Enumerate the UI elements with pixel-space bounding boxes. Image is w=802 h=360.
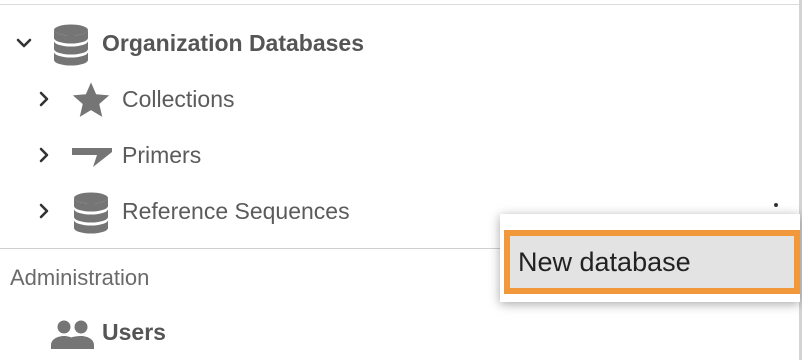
- nav-item-label: Users: [102, 319, 166, 345]
- chevron-right-icon[interactable]: [34, 89, 54, 109]
- chevron-right-icon[interactable]: [34, 145, 54, 165]
- top-divider: [0, 4, 802, 5]
- new-database-menu-item[interactable]: New database: [504, 230, 800, 294]
- tree-item-collections[interactable]: Collections: [0, 79, 500, 119]
- primer-icon: [70, 145, 114, 169]
- tree-item-reference-sequences[interactable]: Reference Sequences: [0, 191, 500, 234]
- chevron-right-icon[interactable]: [34, 201, 54, 221]
- tree-item-label: Reference Sequences: [122, 198, 350, 224]
- more-options-icon[interactable]: [774, 203, 778, 207]
- nav-item-users[interactable]: Users: [0, 312, 500, 352]
- tree-item-label: Collections: [122, 86, 235, 112]
- database-icon: [52, 24, 90, 66]
- star-icon: [70, 80, 112, 120]
- tree-item-organization-databases[interactable]: Organization Databases: [0, 23, 500, 66]
- chevron-down-icon[interactable]: [14, 33, 34, 53]
- tree-item-label: Organization Databases: [102, 30, 365, 56]
- tree-item-primers[interactable]: Primers: [0, 135, 500, 175]
- context-menu: New database: [500, 214, 800, 302]
- database-icon: [72, 192, 110, 234]
- menu-item-label: New database: [518, 246, 691, 277]
- users-icon: [48, 318, 96, 350]
- tree-item-label: Primers: [122, 142, 202, 168]
- administration-heading: Administration: [10, 265, 150, 290]
